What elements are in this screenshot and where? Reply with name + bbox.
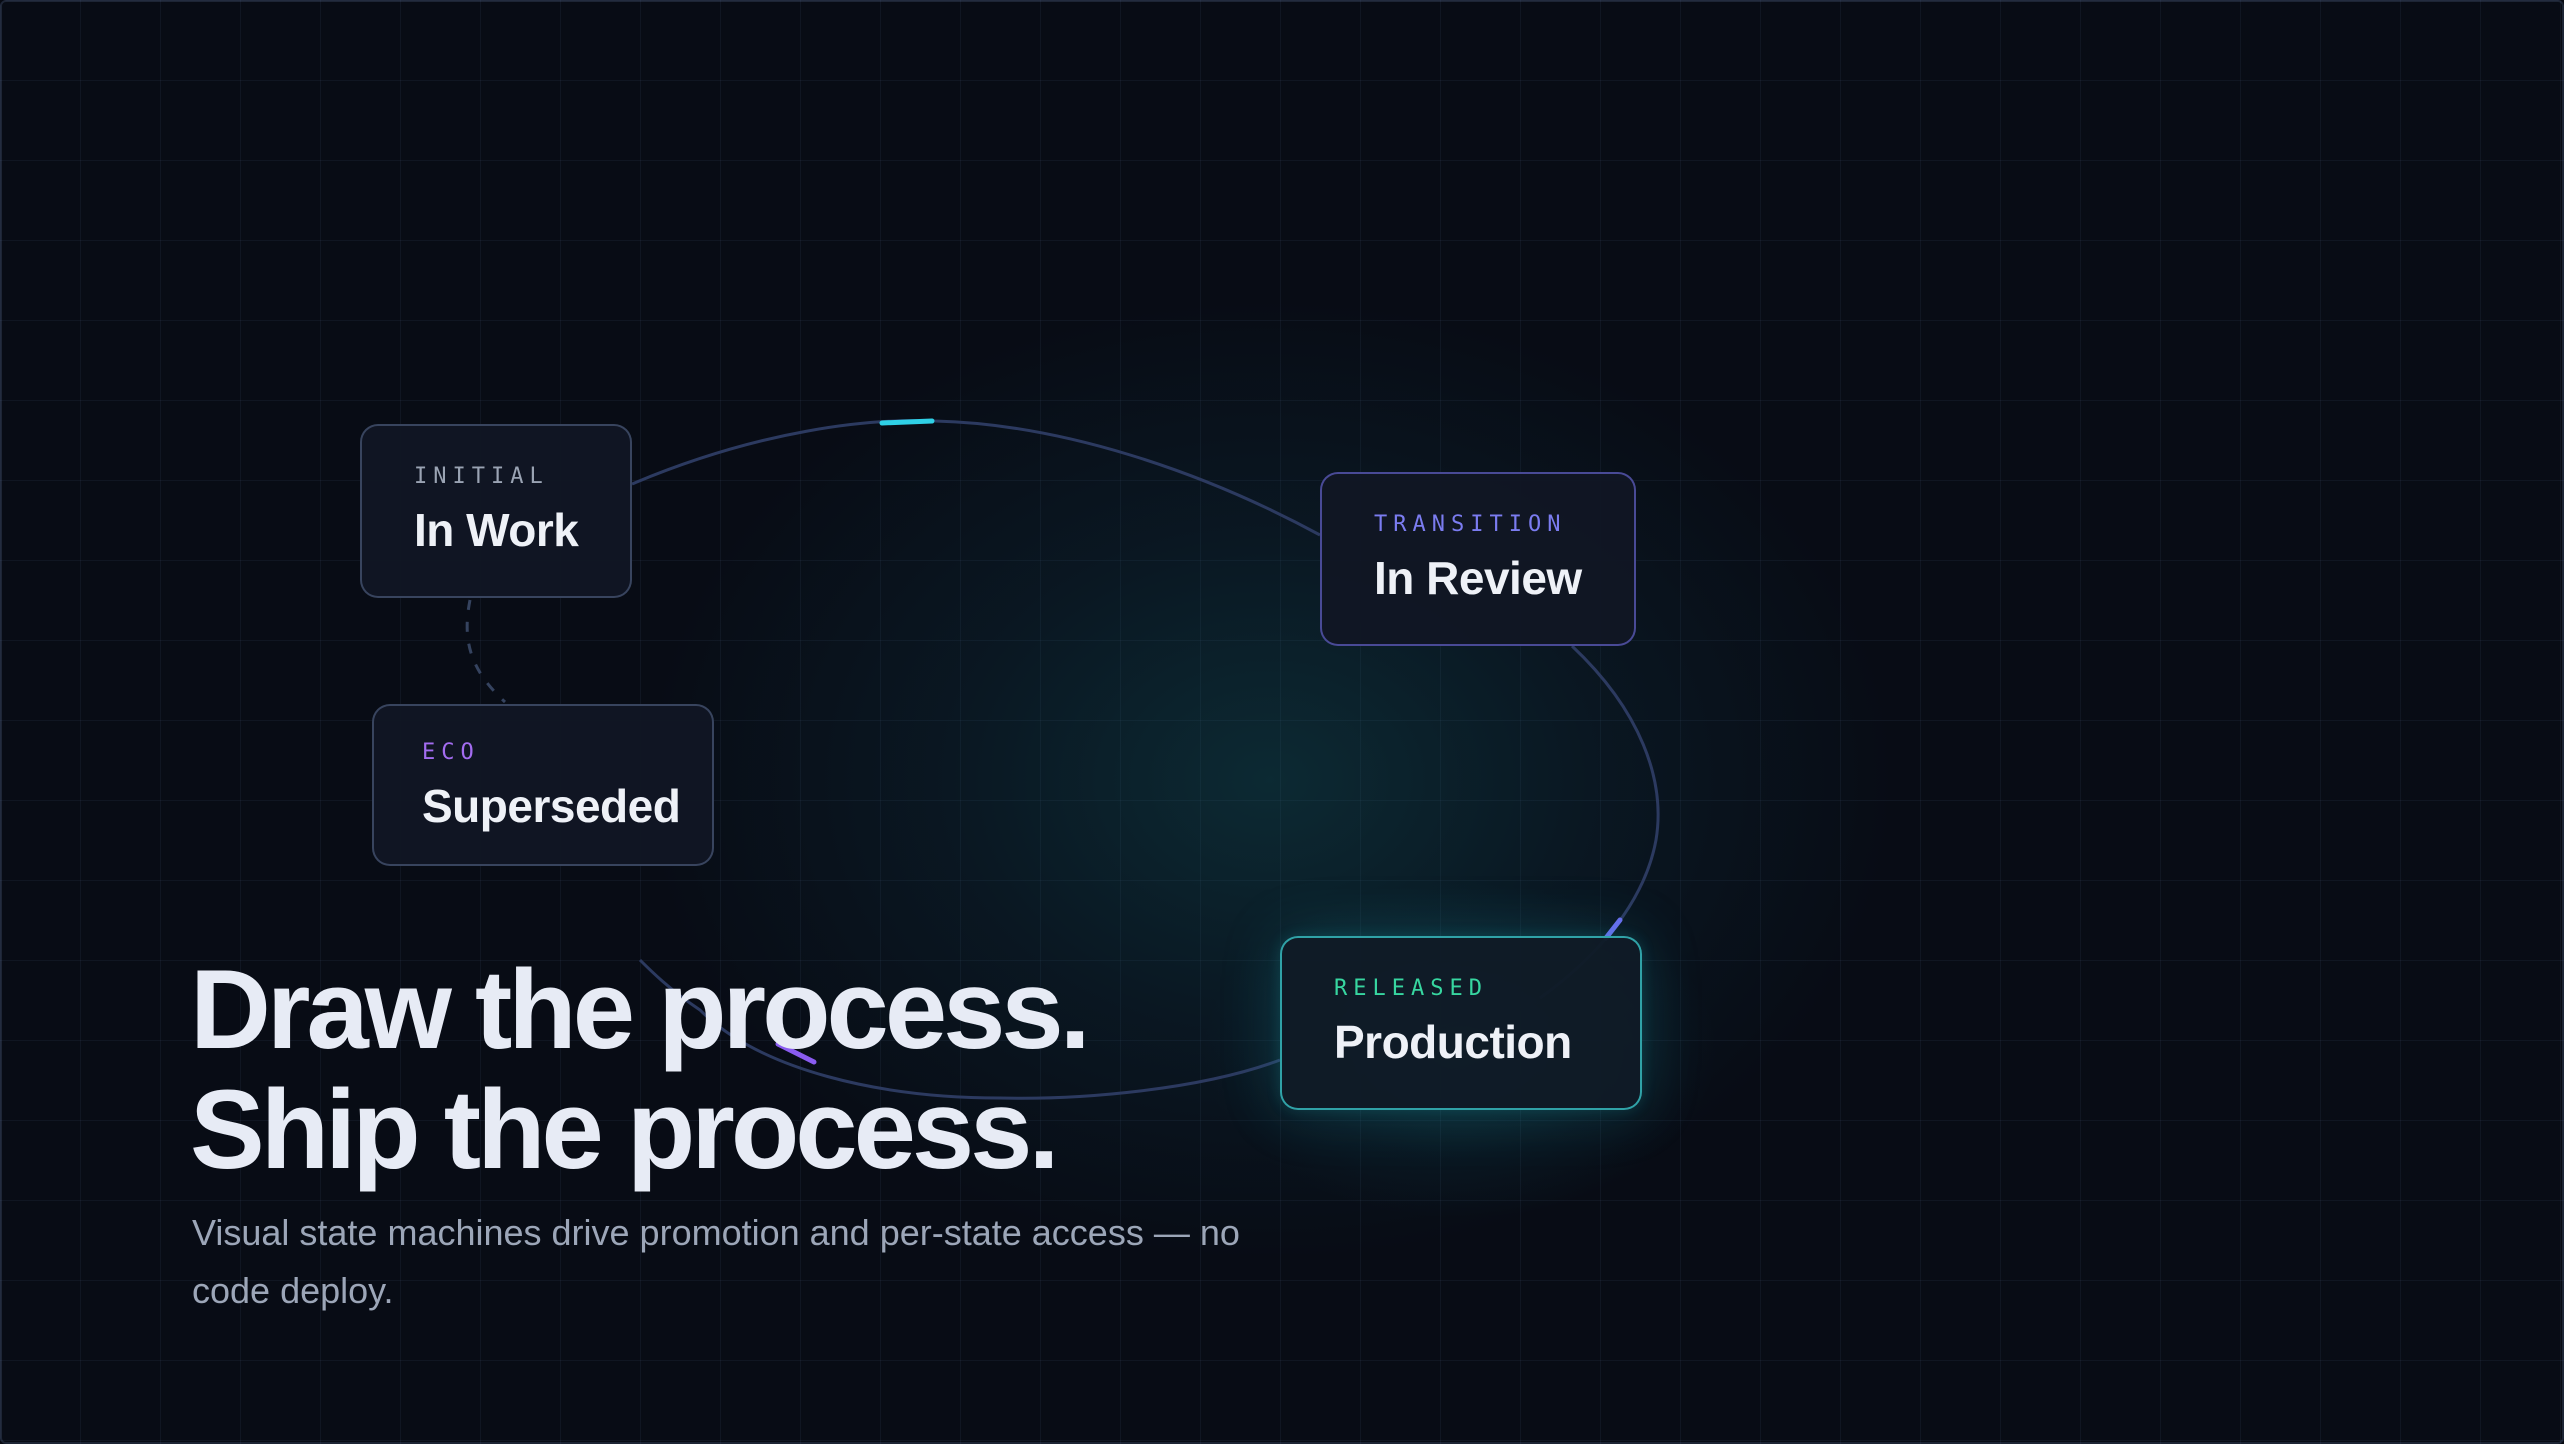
hero-headline: Draw the process. Ship the process.	[190, 947, 1091, 1192]
state-node-name: In Review	[1374, 552, 1582, 604]
state-node-superseded[interactable]: ECO Superseded	[372, 704, 714, 866]
hero-subtext: Visual state machines drive promotion an…	[192, 1212, 1240, 1311]
state-node-tag: ECO	[422, 740, 480, 765]
hero-headline-line-2: Ship the process.	[190, 1067, 1060, 1192]
edge-in-work-to-in-review	[631, 419, 1321, 537]
state-node-tag: INITIAL	[414, 464, 549, 489]
state-node-in-review[interactable]: TRANSITION In Review	[1320, 472, 1636, 646]
edge-marker-cyan	[879, 418, 935, 426]
workflow-canvas: INITIAL In Work TRANSITION In Review ECO…	[0, 0, 2564, 1444]
state-node-tag: TRANSITION	[1374, 512, 1567, 537]
state-node-in-work[interactable]: INITIAL In Work	[360, 424, 632, 598]
hero-headline-line-1: Draw the process.	[190, 947, 1091, 1072]
edge-in-work-to-superseded-dashed	[465, 599, 507, 704]
state-node-production[interactable]: RELEASED Production	[1280, 936, 1642, 1110]
state-node-name: Production	[1334, 1016, 1572, 1068]
state-node-name: In Work	[414, 504, 579, 556]
state-node-name: Superseded	[422, 780, 681, 832]
state-node-tag: RELEASED	[1334, 976, 1488, 1001]
